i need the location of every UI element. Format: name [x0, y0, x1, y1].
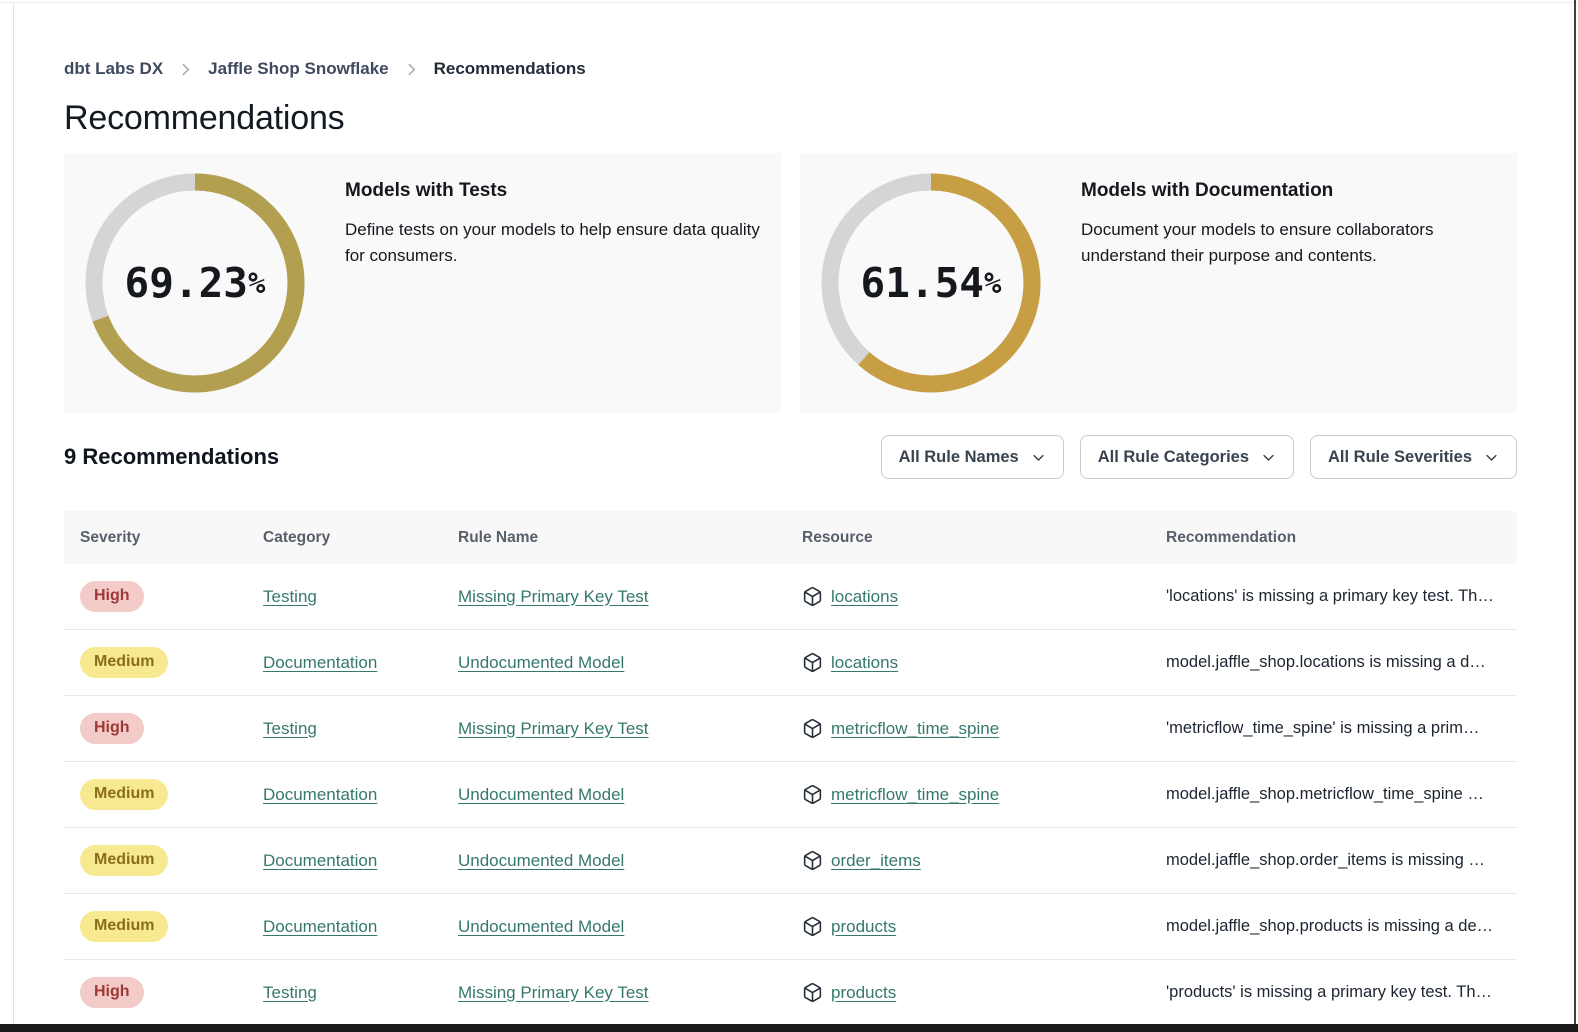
severity-badge: Medium: [80, 779, 168, 810]
filter-rule-categories-label: All Rule Categories: [1098, 448, 1249, 467]
rule-name-link[interactable]: Undocumented Model: [458, 917, 624, 936]
bottom-cutoff-bar: [0, 1024, 1578, 1032]
recommendation-text: 'locations' is missing a primary key tes…: [1150, 587, 1517, 606]
column-header-category: Category: [247, 529, 442, 547]
table-row: Medium Documentation Undocumented Model …: [64, 762, 1517, 828]
recommendations-count: 9 Recommendations: [64, 444, 279, 470]
table-row: High Testing Missing Primary Key Test lo…: [64, 564, 1517, 630]
category-link[interactable]: Documentation: [263, 851, 377, 870]
severity-badge: High: [80, 977, 144, 1008]
breadcrumb: dbt Labs DX Jaffle Shop Snowflake Recomm…: [64, 59, 1517, 79]
model-cube-icon: [802, 982, 823, 1003]
resource-link[interactable]: products: [831, 983, 896, 1003]
recommendation-text: model.jaffle_shop.metricflow_time_spine …: [1150, 785, 1517, 804]
tests-percent-value: 69.23: [125, 259, 248, 307]
filter-rule-severities-dropdown[interactable]: All Rule Severities: [1310, 435, 1517, 479]
filter-group: All Rule Names All Rule Categories All R…: [881, 435, 1517, 479]
breadcrumb-item-account[interactable]: dbt Labs DX: [64, 59, 163, 79]
tests-donut-label: 69.23%: [85, 173, 305, 393]
window-right-border: [1574, 0, 1576, 1032]
page-title: Recommendations: [64, 96, 1517, 140]
rule-name-link[interactable]: Undocumented Model: [458, 653, 624, 672]
model-cube-icon: [802, 916, 823, 937]
resource-link[interactable]: metricflow_time_spine: [831, 719, 999, 739]
model-cube-icon: [802, 586, 823, 607]
breadcrumb-item-current: Recommendations: [434, 59, 586, 79]
table-row: Medium Documentation Undocumented Model …: [64, 630, 1517, 696]
chevron-down-icon: [1261, 450, 1276, 465]
model-cube-icon: [802, 718, 823, 739]
models-with-documentation-card: 61.54% Models with Documentation Documen…: [800, 153, 1517, 413]
filter-rule-names-label: All Rule Names: [899, 448, 1019, 467]
tests-card-text: Models with Tests Define tests on your m…: [305, 153, 781, 413]
docs-percent-value: 61.54: [861, 259, 984, 307]
model-cube-icon: [802, 784, 823, 805]
chevron-right-icon: [177, 61, 194, 78]
filter-rule-severities-label: All Rule Severities: [1328, 448, 1472, 467]
category-link[interactable]: Testing: [263, 983, 317, 1002]
column-header-rule-name: Rule Name: [442, 529, 786, 547]
docs-card-description: Document your models to ensure collabora…: [1081, 217, 1471, 269]
metric-cards: 69.23% Models with Tests Define tests on…: [64, 153, 1517, 413]
panel-left-border: [13, 3, 14, 1032]
table-header-row: Severity Category Rule Name Resource Rec…: [64, 511, 1517, 564]
resource-link[interactable]: locations: [831, 653, 898, 673]
column-header-recommendation: Recommendation: [1150, 529, 1517, 547]
table-row: Medium Documentation Undocumented Model …: [64, 894, 1517, 960]
severity-badge: Medium: [80, 647, 168, 678]
rule-name-link[interactable]: Missing Primary Key Test: [458, 983, 649, 1002]
docs-card-text: Models with Documentation Document your …: [1041, 153, 1491, 413]
tests-percent-sign: %: [248, 266, 265, 300]
recommendation-text: model.jaffle_shop.order_items is missing…: [1150, 851, 1517, 870]
rule-name-link[interactable]: Missing Primary Key Test: [458, 719, 649, 738]
severity-badge: High: [80, 713, 144, 744]
resource-link[interactable]: products: [831, 917, 896, 937]
category-link[interactable]: Testing: [263, 587, 317, 606]
category-link[interactable]: Testing: [263, 719, 317, 738]
tests-card-description: Define tests on your models to help ensu…: [345, 217, 761, 269]
model-cube-icon: [802, 652, 823, 673]
column-header-resource: Resource: [786, 529, 1150, 547]
recommendation-text: 'metricflow_time_spine' is missing a pri…: [1150, 719, 1517, 738]
recommendation-text: model.jaffle_shop.products is missing a …: [1150, 917, 1517, 936]
category-link[interactable]: Documentation: [263, 917, 377, 936]
severity-badge: Medium: [80, 845, 168, 876]
rule-name-link[interactable]: Undocumented Model: [458, 785, 624, 804]
main-content: dbt Labs DX Jaffle Shop Snowflake Recomm…: [64, 0, 1517, 1026]
chevron-right-icon: [403, 61, 420, 78]
severity-badge: High: [80, 581, 144, 612]
category-link[interactable]: Documentation: [263, 785, 377, 804]
table-row: Medium Documentation Undocumented Model …: [64, 828, 1517, 894]
rule-name-link[interactable]: Undocumented Model: [458, 851, 624, 870]
docs-card-title: Models with Documentation: [1081, 180, 1471, 202]
category-link[interactable]: Documentation: [263, 653, 377, 672]
recommendation-text: model.jaffle_shop.locations is missing a…: [1150, 653, 1517, 672]
model-cube-icon: [802, 850, 823, 871]
docs-donut-chart: 61.54%: [821, 173, 1041, 393]
docs-donut-label: 61.54%: [821, 173, 1041, 393]
resource-link[interactable]: metricflow_time_spine: [831, 785, 999, 805]
resource-link[interactable]: order_items: [831, 851, 921, 871]
models-with-tests-card: 69.23% Models with Tests Define tests on…: [64, 153, 781, 413]
filter-rule-names-dropdown[interactable]: All Rule Names: [881, 435, 1064, 479]
table-row: High Testing Missing Primary Key Test me…: [64, 696, 1517, 762]
recommendation-text: 'products' is missing a primary key test…: [1150, 983, 1517, 1002]
severity-badge: Medium: [80, 911, 168, 942]
breadcrumb-item-project[interactable]: Jaffle Shop Snowflake: [208, 59, 388, 79]
resource-link[interactable]: locations: [831, 587, 898, 607]
rule-name-link[interactable]: Missing Primary Key Test: [458, 587, 649, 606]
tests-card-title: Models with Tests: [345, 180, 761, 202]
chevron-down-icon: [1031, 450, 1046, 465]
recommendations-table: Severity Category Rule Name Resource Rec…: [64, 511, 1517, 1026]
tests-donut-chart: 69.23%: [85, 173, 305, 393]
chevron-down-icon: [1484, 450, 1499, 465]
docs-percent-sign: %: [984, 266, 1001, 300]
table-row: High Testing Missing Primary Key Test pr…: [64, 960, 1517, 1026]
filter-rule-categories-dropdown[interactable]: All Rule Categories: [1080, 435, 1294, 479]
column-header-severity: Severity: [64, 529, 247, 547]
recommendations-toolbar: 9 Recommendations All Rule Names All Rul…: [64, 435, 1517, 479]
